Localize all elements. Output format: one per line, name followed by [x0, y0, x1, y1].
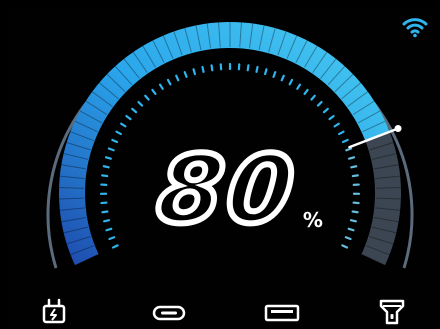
plug-charging-icon	[42, 298, 66, 324]
device-screen: 80 %	[8, 8, 438, 328]
usb-a-port-icon	[264, 304, 300, 322]
battery-percentage-value: 80	[149, 133, 305, 248]
battery-readout: 80 %	[149, 133, 323, 248]
wifi-icon	[402, 18, 428, 38]
percent-unit: %	[302, 208, 323, 232]
flashlight-icon	[379, 299, 405, 325]
usb-c-port-icon	[152, 305, 186, 321]
